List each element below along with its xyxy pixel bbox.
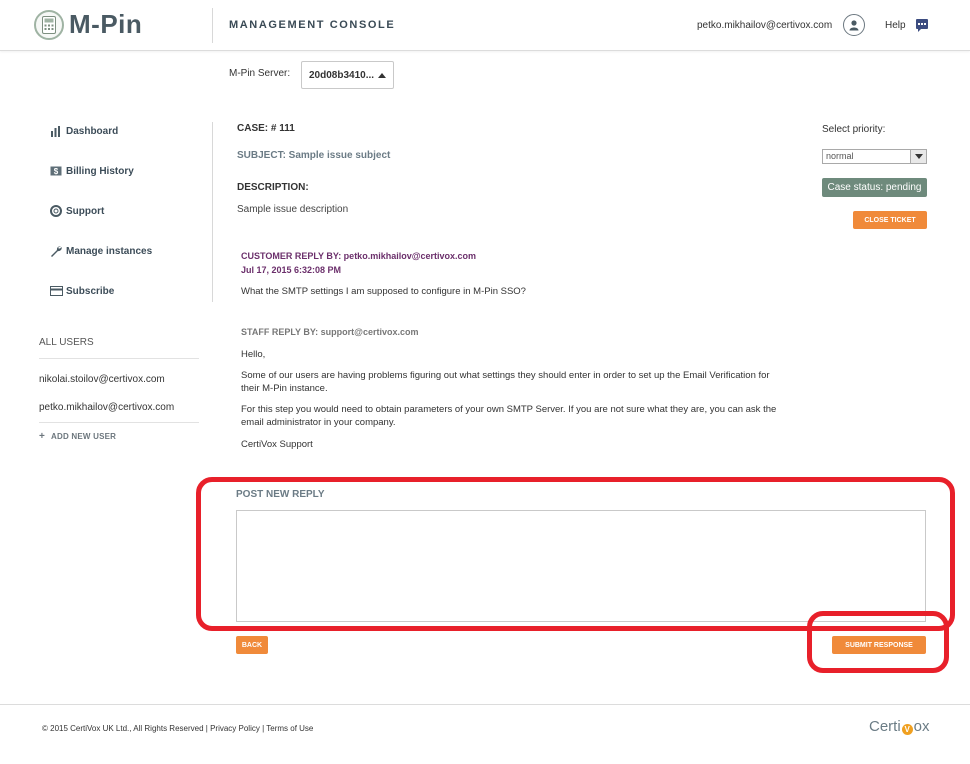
close-ticket-button[interactable]: CLOSE TICKET bbox=[853, 211, 927, 229]
credit-card-icon bbox=[49, 285, 63, 297]
post-new-reply-label: POST NEW REPLY bbox=[236, 489, 325, 500]
certivox-logo: Certi Vox bbox=[869, 718, 930, 735]
sidebar-item-billing-history[interactable]: $ Billing History bbox=[49, 165, 134, 177]
sidebar-item-label: Manage instances bbox=[66, 245, 153, 257]
calculator-icon bbox=[34, 9, 64, 40]
sidebar-item-label: Dashboard bbox=[66, 125, 119, 137]
copyright-text: © 2015 CertiVox UK Ltd., All Rights Rese… bbox=[42, 724, 211, 733]
chevron-down-icon bbox=[910, 150, 926, 163]
logo[interactable]: M-Pin bbox=[34, 9, 142, 40]
brand-v-mark-icon: V bbox=[901, 724, 913, 735]
description-label: DESCRIPTION: bbox=[237, 182, 309, 193]
description-text: Sample issue description bbox=[237, 204, 349, 215]
customer-reply-date: Jul 17, 2015 6:32:08 PM bbox=[241, 265, 342, 275]
case-id: CASE: # 111 bbox=[237, 123, 295, 134]
case-status-badge: Case status: pending bbox=[822, 178, 927, 197]
customer-reply-message: What the SMTP settings I am supposed to … bbox=[241, 286, 526, 297]
brand-prefix: Certi bbox=[869, 718, 901, 735]
priority-select-value: normal bbox=[826, 151, 854, 161]
user-list-item[interactable]: petko.mikhailov@certivox.com bbox=[39, 402, 174, 413]
help-link[interactable]: Help bbox=[885, 20, 906, 31]
header-divider bbox=[212, 8, 213, 43]
submit-response-button[interactable]: SUBMIT RESPONSE bbox=[832, 636, 926, 654]
brand-suffix: ox bbox=[913, 718, 930, 735]
users-divider bbox=[39, 422, 199, 423]
money-icon: $ bbox=[49, 165, 63, 177]
current-user-email[interactable]: petko.mikhailov@certivox.com bbox=[697, 20, 832, 31]
sidebar-item-label: Support bbox=[66, 205, 105, 217]
back-button[interactable]: BACK bbox=[236, 636, 268, 654]
case-subject: SUBJECT: Sample issue subject bbox=[237, 150, 391, 161]
footer-divider bbox=[0, 704, 970, 705]
sidebar-item-label: Billing History bbox=[66, 165, 134, 177]
add-new-user-button[interactable]: + ADD NEW USER bbox=[39, 431, 116, 442]
console-title: MANAGEMENT CONSOLE bbox=[229, 19, 396, 31]
staff-reply-paragraph: Hello, bbox=[241, 349, 266, 360]
sidebar-item-subscribe[interactable]: Subscribe bbox=[49, 285, 114, 297]
svg-text:$: $ bbox=[54, 167, 59, 176]
server-select[interactable]: 20d08b3410... bbox=[301, 61, 394, 89]
staff-reply-paragraph: CertiVox Support bbox=[241, 439, 313, 450]
server-label: M-Pin Server: bbox=[229, 68, 291, 79]
privacy-policy-link[interactable]: Privacy Policy bbox=[210, 724, 260, 733]
sidebar-item-manage-instances[interactable]: Manage instances bbox=[49, 245, 152, 257]
staff-reply-author: STAFF REPLY BY: support@certivox.com bbox=[241, 327, 419, 337]
priority-label: Select priority: bbox=[822, 124, 886, 135]
user-list-item[interactable]: nikolai.stoilov@certivox.com bbox=[39, 374, 165, 385]
footer-copyright: © 2015 CertiVox UK Ltd., All Rights Rese… bbox=[42, 724, 313, 733]
sidebar-item-support[interactable]: Support bbox=[49, 205, 104, 217]
all-users-heading: ALL USERS bbox=[39, 337, 94, 348]
priority-select[interactable]: normal bbox=[822, 149, 927, 164]
terms-of-use-link[interactable]: Terms of Use bbox=[266, 724, 313, 733]
sidebar-item-label: Subscribe bbox=[66, 285, 115, 297]
bar-chart-icon bbox=[49, 125, 63, 137]
caret-up-icon bbox=[378, 73, 386, 78]
plus-icon: + bbox=[39, 431, 46, 442]
add-new-user-label: ADD NEW USER bbox=[51, 432, 117, 441]
wrench-icon bbox=[49, 245, 63, 257]
staff-reply-paragraph: Some of our users are having problems fi… bbox=[241, 370, 770, 394]
reply-textarea[interactable] bbox=[236, 510, 926, 622]
logo-text: M-Pin bbox=[69, 9, 143, 39]
sidebar-divider bbox=[212, 122, 213, 302]
users-divider bbox=[39, 358, 199, 359]
staff-reply-paragraph: For this step you would need to obtain p… bbox=[241, 404, 777, 428]
server-select-value: 20d08b3410... bbox=[309, 70, 375, 81]
chat-icon[interactable] bbox=[916, 19, 928, 32]
user-profile-icon[interactable] bbox=[843, 14, 865, 36]
sidebar-item-dashboard[interactable]: Dashboard bbox=[49, 125, 118, 137]
customer-reply-author: CUSTOMER REPLY BY: petko.mikhailov@certi… bbox=[241, 251, 477, 261]
top-header: M-Pin MANAGEMENT CONSOLE petko.mikhailov… bbox=[0, 0, 970, 51]
lifebuoy-icon bbox=[49, 205, 63, 217]
